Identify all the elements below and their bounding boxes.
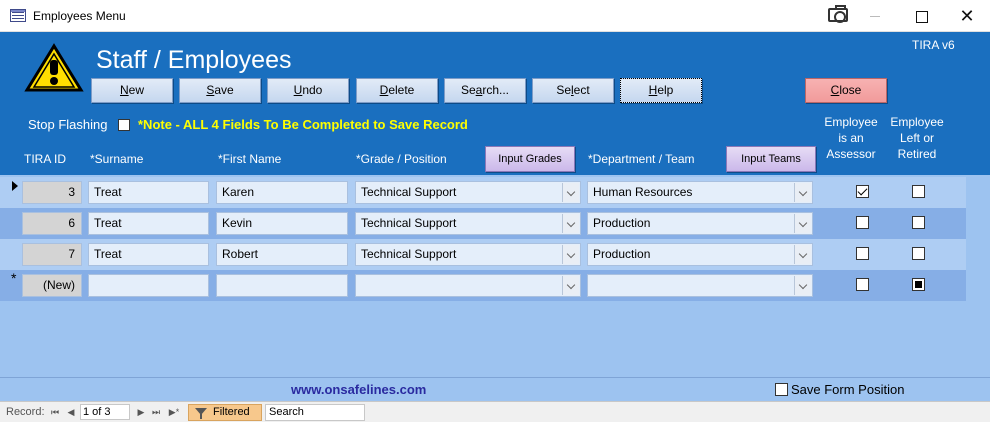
input-grades-button[interactable]: Input Grades bbox=[485, 146, 575, 172]
surname-field[interactable]: Treat bbox=[88, 243, 209, 266]
previous-record-icon[interactable]: ◀ bbox=[66, 406, 76, 418]
app-form-icon bbox=[10, 9, 26, 22]
input-teams-button[interactable]: Input Teams bbox=[726, 146, 816, 172]
department-combo[interactable]: Production bbox=[587, 212, 813, 235]
column-header-assessor: Employee is an Assessor bbox=[824, 115, 878, 161]
first-name-field[interactable]: Kevin bbox=[216, 212, 348, 235]
surname-field[interactable] bbox=[88, 274, 209, 297]
department-combo[interactable]: Production bbox=[587, 243, 813, 266]
record-selector[interactable] bbox=[4, 208, 18, 239]
close-icon[interactable]: ✕ bbox=[944, 0, 990, 32]
required-fields-note: *Note - ALL 4 Fields To Be Completed to … bbox=[138, 117, 468, 132]
new-record-row: * (New) bbox=[0, 270, 966, 301]
filtered-toggle[interactable]: Filtered bbox=[188, 404, 262, 421]
chevron-down-icon[interactable] bbox=[794, 276, 811, 295]
surname-field[interactable]: Treat bbox=[88, 212, 209, 235]
grade-combo[interactable]: Technical Support bbox=[355, 212, 581, 235]
table-row: 7 Treat Robert Technical Support Product… bbox=[0, 239, 966, 270]
left-retired-checkbox[interactable] bbox=[912, 278, 925, 291]
assessor-checkbox[interactable] bbox=[856, 216, 869, 229]
record-selector[interactable] bbox=[4, 177, 18, 208]
grade-combo[interactable]: Technical Support bbox=[355, 243, 581, 266]
new-button[interactable]: New bbox=[91, 78, 173, 103]
save-form-position-checkbox[interactable] bbox=[775, 383, 788, 396]
first-name-field[interactable]: Karen bbox=[216, 181, 348, 204]
records-list: 3 Treat Karen Technical Support Human Re… bbox=[0, 175, 990, 377]
stop-flashing-checkbox[interactable] bbox=[118, 119, 130, 131]
grade-combo[interactable] bbox=[355, 274, 581, 297]
record-selector[interactable]: * bbox=[4, 270, 18, 301]
search-input[interactable]: Search bbox=[265, 404, 365, 421]
record-navigation-bar: Record: ⏮ ◀ 1 of 3 ▶ ⏭ ▶* Filtered Searc… bbox=[0, 401, 990, 422]
assessor-checkbox[interactable] bbox=[856, 278, 869, 291]
first-record-icon[interactable]: ⏮ bbox=[50, 406, 60, 418]
form-footer: www.onsafelines.com Save Form Position bbox=[0, 377, 990, 401]
chevron-down-icon[interactable] bbox=[562, 245, 579, 264]
chevron-down-icon[interactable] bbox=[562, 214, 579, 233]
tira-id-field: 6 bbox=[22, 212, 82, 235]
department-combo[interactable]: Human Resources bbox=[587, 181, 813, 204]
maximize-icon[interactable] bbox=[898, 0, 944, 32]
column-header-surname: *Surname bbox=[90, 152, 144, 166]
first-name-field[interactable] bbox=[216, 274, 348, 297]
page-title: Staff / Employees bbox=[96, 46, 292, 74]
last-record-icon[interactable]: ⏭ bbox=[151, 406, 161, 418]
website-link[interactable]: www.onsafelines.com bbox=[291, 382, 426, 397]
column-header-grade: *Grade / Position bbox=[356, 152, 447, 166]
delete-button[interactable]: Delete bbox=[356, 78, 438, 103]
first-name-field[interactable]: Robert bbox=[216, 243, 348, 266]
column-header-first-name: *First Name bbox=[218, 152, 282, 166]
record-label: Record: bbox=[6, 406, 45, 418]
help-button[interactable]: Help bbox=[620, 78, 702, 103]
grade-combo[interactable]: Technical Support bbox=[355, 181, 581, 204]
chevron-down-icon[interactable] bbox=[562, 183, 579, 202]
stop-flashing-label: Stop Flashing bbox=[28, 117, 108, 132]
table-row: 3 Treat Karen Technical Support Human Re… bbox=[0, 177, 966, 208]
table-row: 6 Treat Kevin Technical Support Producti… bbox=[0, 208, 966, 239]
assessor-checkbox[interactable] bbox=[856, 247, 869, 260]
undo-button[interactable]: Undo bbox=[267, 78, 349, 103]
tira-id-field: 3 bbox=[22, 181, 82, 204]
left-retired-checkbox[interactable] bbox=[912, 247, 925, 260]
department-combo[interactable] bbox=[587, 274, 813, 297]
chevron-down-icon[interactable] bbox=[794, 245, 811, 264]
chevron-down-icon[interactable] bbox=[562, 276, 579, 295]
chevron-down-icon[interactable] bbox=[794, 214, 811, 233]
chevron-down-icon[interactable] bbox=[794, 183, 811, 202]
assessor-checkbox[interactable] bbox=[856, 185, 869, 198]
surname-field[interactable]: Treat bbox=[88, 181, 209, 204]
filter-icon bbox=[195, 408, 207, 419]
next-record-icon[interactable]: ▶ bbox=[136, 406, 146, 418]
select-button[interactable]: Select bbox=[532, 78, 614, 103]
column-header-department: *Department / Team bbox=[588, 152, 695, 166]
close-button[interactable]: Close bbox=[805, 78, 887, 103]
save-button[interactable]: Save bbox=[179, 78, 261, 103]
search-button[interactable]: Search... bbox=[444, 78, 526, 103]
window-title-bar: Employees Menu ✕ bbox=[0, 0, 990, 32]
left-retired-checkbox[interactable] bbox=[912, 216, 925, 229]
window-title: Employees Menu bbox=[33, 9, 126, 23]
form-header: Staff / Employees TIRA v6 New Save Undo … bbox=[0, 32, 990, 175]
camera-icon[interactable] bbox=[828, 5, 848, 23]
version-label: TIRA v6 bbox=[912, 38, 955, 52]
tira-id-field: 7 bbox=[22, 243, 82, 266]
tira-id-field: (New) bbox=[22, 274, 82, 297]
save-form-position-label: Save Form Position bbox=[791, 382, 905, 397]
column-header-tira-id: TIRA ID bbox=[24, 152, 67, 166]
minimize-icon[interactable] bbox=[852, 0, 898, 32]
left-retired-checkbox[interactable] bbox=[912, 185, 925, 198]
column-header-left-retired: Employee Left or Retired bbox=[890, 115, 944, 161]
new-record-star-icon: * bbox=[11, 270, 17, 286]
record-selector[interactable] bbox=[4, 239, 18, 270]
current-record-field[interactable]: 1 of 3 bbox=[80, 404, 130, 420]
current-record-arrow-icon bbox=[12, 181, 18, 191]
new-record-icon[interactable]: ▶* bbox=[166, 406, 182, 418]
warning-icon bbox=[24, 43, 84, 92]
